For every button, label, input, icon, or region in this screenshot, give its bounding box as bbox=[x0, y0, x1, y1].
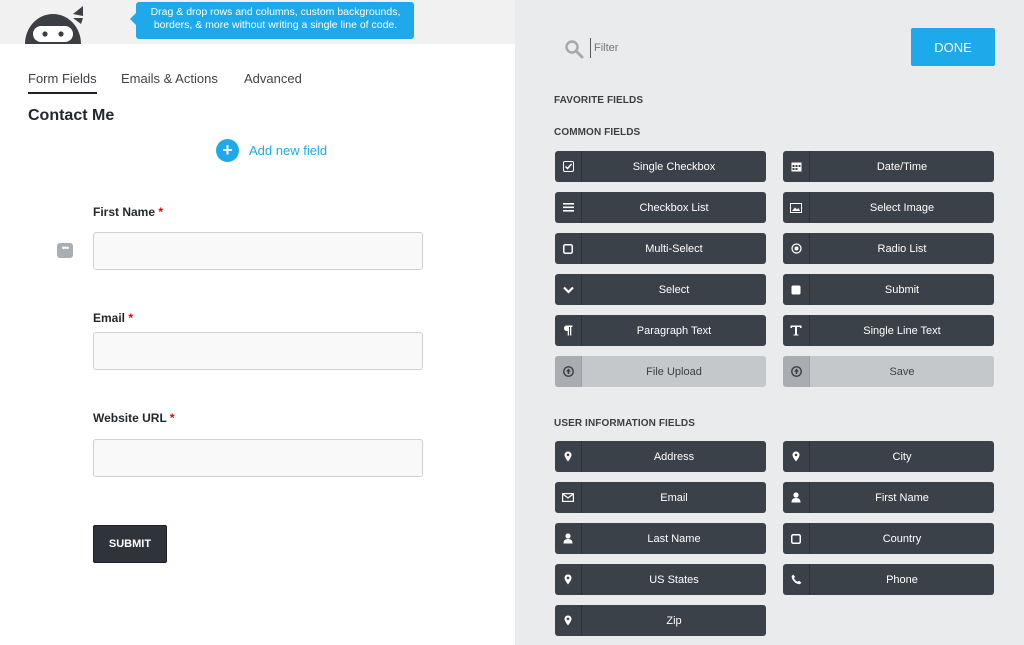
radio-icon bbox=[783, 233, 810, 264]
field-button-label: First Name bbox=[875, 491, 929, 504]
website-url-label: Website URL * bbox=[93, 411, 175, 425]
first-name-input[interactable] bbox=[93, 232, 423, 270]
field-button-multi-select[interactable]: Multi-Select bbox=[555, 233, 766, 264]
text-icon bbox=[783, 315, 810, 346]
email-label: Email * bbox=[93, 311, 133, 325]
tab-form-fields[interactable]: Form Fields bbox=[28, 71, 97, 94]
field-button-select[interactable]: Select bbox=[555, 274, 766, 305]
field-button-phone[interactable]: Phone bbox=[783, 564, 994, 595]
submit-button[interactable]: SUBMIT bbox=[93, 525, 167, 563]
field-button-submit[interactable]: Submit bbox=[783, 274, 994, 305]
field-button-single-line-text[interactable]: Single Line Text bbox=[783, 315, 994, 346]
calendar-icon bbox=[783, 151, 810, 182]
field-button-single-checkbox[interactable]: Single Checkbox bbox=[555, 151, 766, 182]
field-button-label: Radio List bbox=[877, 242, 927, 255]
field-button-country[interactable]: Country bbox=[783, 523, 994, 554]
field-button-city[interactable]: City bbox=[783, 441, 994, 472]
field-button-label: Phone bbox=[886, 573, 918, 586]
square-icon bbox=[555, 233, 582, 264]
field-button-label: Last Name bbox=[647, 532, 701, 545]
field-button-first-name[interactable]: First Name bbox=[783, 482, 994, 513]
field-options-icon[interactable]: ••• bbox=[57, 243, 73, 258]
add-new-field-label: Add new field bbox=[249, 143, 328, 158]
field-button-checkbox-list[interactable]: Checkbox List bbox=[555, 192, 766, 223]
first-name-label: First Name * bbox=[93, 205, 163, 219]
field-button-us-states[interactable]: US States bbox=[555, 564, 766, 595]
field-button-label: City bbox=[892, 450, 912, 463]
field-button-label: Submit bbox=[884, 283, 920, 296]
field-button-file-upload[interactable]: File Upload bbox=[555, 356, 766, 387]
email-label-text: Email bbox=[93, 311, 126, 325]
field-button-label: Zip bbox=[666, 614, 682, 627]
field-button-select-image[interactable]: Select Image bbox=[783, 192, 994, 223]
user-information-fields-heading: USER INFORMATION FIELDS bbox=[554, 418, 696, 429]
field-button-label: Select bbox=[658, 283, 690, 296]
field-button-label: US States bbox=[649, 573, 699, 586]
tooltip: Drag & drop rows and columns, custom bac… bbox=[130, 2, 414, 39]
field-button-address[interactable]: Address bbox=[555, 441, 766, 472]
website-url-input[interactable] bbox=[93, 439, 423, 477]
field-button-label: Single Line Text bbox=[863, 324, 941, 337]
done-button[interactable]: DONE bbox=[911, 28, 995, 66]
square-icon bbox=[783, 523, 810, 554]
field-button-radio-list[interactable]: Radio List bbox=[783, 233, 994, 264]
email-input[interactable] bbox=[93, 332, 423, 370]
user-icon bbox=[555, 523, 582, 554]
field-button-label: Multi-Select bbox=[645, 242, 703, 255]
website-url-label-text: Website URL bbox=[93, 411, 167, 425]
field-button-paragraph-text[interactable]: Paragraph Text bbox=[555, 315, 766, 346]
field-button-label: Single Checkbox bbox=[632, 160, 716, 173]
field-button-label: Address bbox=[653, 450, 695, 463]
map-pin-icon bbox=[555, 605, 582, 636]
required-marker: * bbox=[158, 205, 164, 219]
field-button-label: Date/Time bbox=[876, 160, 928, 173]
add-new-field-button[interactable]: + Add new field bbox=[216, 139, 327, 162]
field-button-label: Checkbox List bbox=[639, 201, 709, 214]
image-icon bbox=[783, 192, 810, 223]
plus-icon: + bbox=[216, 139, 239, 162]
square-filled-icon bbox=[783, 274, 810, 305]
paragraph-icon bbox=[555, 315, 582, 346]
filter-input[interactable] bbox=[590, 38, 870, 58]
ninja-logo bbox=[13, 4, 83, 44]
envelope-icon bbox=[555, 482, 582, 513]
field-button-last-name[interactable]: Last Name bbox=[555, 523, 766, 554]
tab-advanced[interactable]: Advanced bbox=[244, 71, 302, 92]
search-icon bbox=[564, 39, 584, 59]
list-icon bbox=[555, 192, 582, 223]
map-pin-icon bbox=[555, 441, 582, 472]
form-builder-panel: Drag & drop rows and columns, custom bac… bbox=[0, 0, 515, 645]
field-button-label: Save bbox=[889, 365, 915, 378]
phone-icon bbox=[783, 564, 810, 595]
field-button-email[interactable]: Email bbox=[555, 482, 766, 513]
common-fields-heading: COMMON FIELDS bbox=[554, 127, 641, 138]
map-pin-icon bbox=[783, 441, 810, 472]
user-icon bbox=[783, 482, 810, 513]
field-button-zip[interactable]: Zip bbox=[555, 605, 766, 636]
field-button-save[interactable]: Save bbox=[783, 356, 994, 387]
tab-emails-actions[interactable]: Emails & Actions bbox=[121, 71, 218, 92]
map-pin-icon bbox=[555, 564, 582, 595]
required-marker: * bbox=[128, 311, 134, 325]
field-button-label: Country bbox=[882, 532, 922, 545]
field-button-label: Email bbox=[660, 491, 688, 504]
form-title: Contact Me bbox=[28, 107, 115, 124]
first-name-label-text: First Name bbox=[93, 205, 156, 219]
field-button-label: Paragraph Text bbox=[636, 324, 712, 337]
upload-icon bbox=[555, 356, 582, 387]
tooltip-text: Drag & drop rows and columns, custom bac… bbox=[150, 6, 401, 31]
chevron-down-icon bbox=[555, 274, 582, 305]
favorite-fields-heading: FAVORITE FIELDS bbox=[554, 95, 644, 106]
field-button-label: Select Image bbox=[869, 201, 935, 214]
field-button-label: File Upload bbox=[646, 365, 702, 378]
checkbox-checked-icon bbox=[555, 151, 582, 182]
required-marker: * bbox=[169, 411, 175, 425]
upload-icon bbox=[783, 356, 810, 387]
field-button-date-time[interactable]: Date/Time bbox=[783, 151, 994, 182]
